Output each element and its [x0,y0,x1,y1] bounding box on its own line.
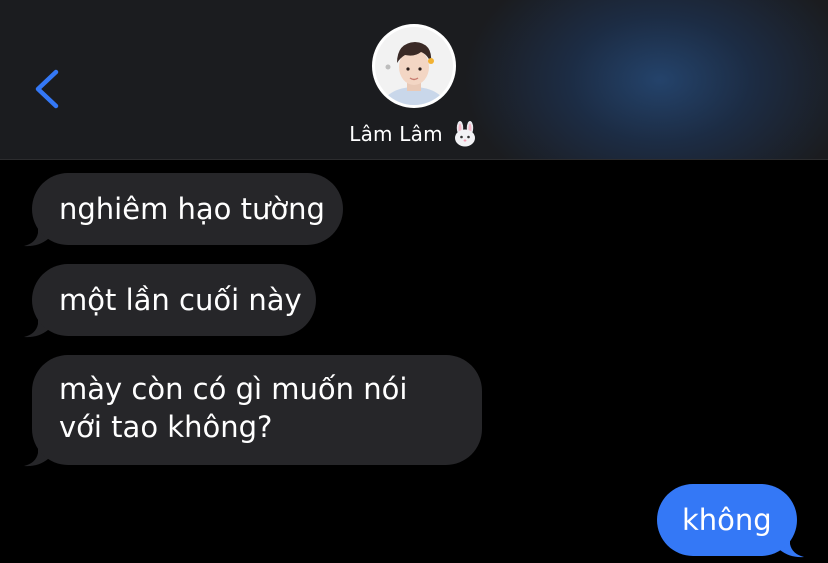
conversation-screen: Lâm Lâm nghiêm hạo tường một lần cuối nà… [0,0,828,563]
message-text: không [682,503,772,537]
message-bubble-incoming[interactable]: một lần cuối này [32,264,316,336]
contact-name-row[interactable]: Lâm Lâm [0,118,828,150]
back-button[interactable] [28,62,68,114]
avatar-portrait-image [375,27,453,105]
contact-name: Lâm Lâm [349,122,443,146]
conversation-header: Lâm Lâm [0,0,828,160]
chevron-left-icon [35,69,59,109]
message-list: nghiêm hạo tường một lần cuối này mày cò… [0,160,828,563]
message-bubble-incoming[interactable]: mày còn có gì muốn nói với tao không? [32,355,482,465]
message-text: mày còn có gì muốn nói với tao không? [59,372,408,444]
rabbit-face-icon [454,121,475,147]
message-text: một lần cuối này [59,283,302,317]
message-bubble-outgoing[interactable]: không [657,484,797,556]
contact-avatar[interactable] [372,24,456,108]
message-bubble-incoming[interactable]: nghiêm hạo tường [32,173,343,245]
message-text: nghiêm hạo tường [59,192,325,226]
